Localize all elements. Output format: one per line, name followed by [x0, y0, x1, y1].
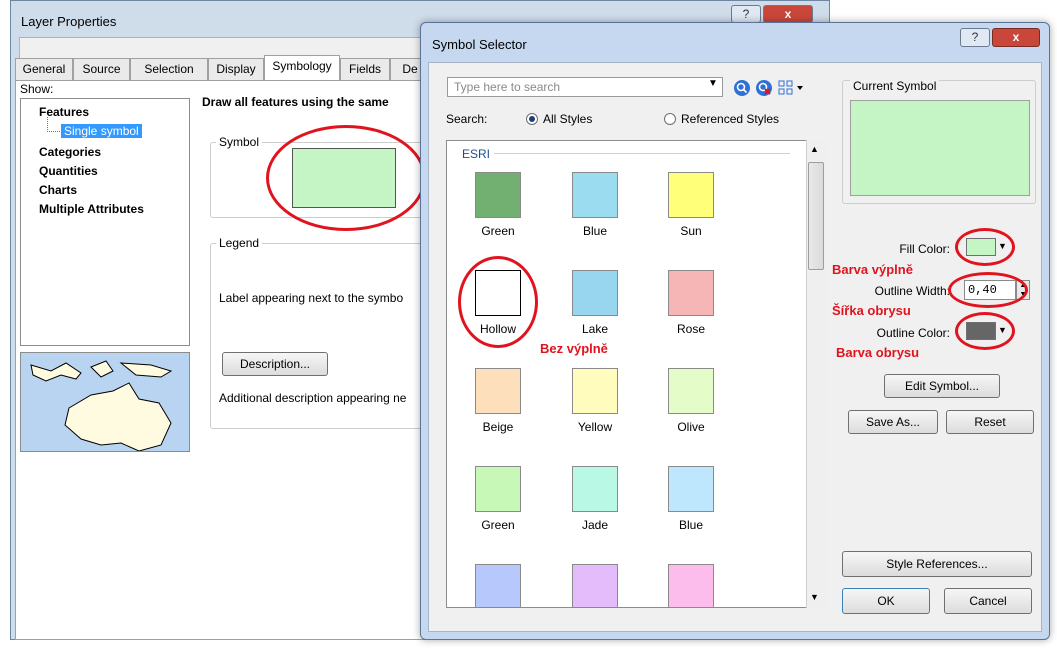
- cancel-button[interactable]: Cancel: [944, 588, 1032, 614]
- symbol-swatch-lake[interactable]: [572, 270, 618, 316]
- help-button[interactable]: ?: [731, 5, 761, 23]
- outline-color-label: Outline Color:: [876, 326, 950, 340]
- symbol-label: Yellow: [577, 420, 613, 434]
- tab-source[interactable]: Source: [73, 58, 130, 80]
- show-tree[interactable]: Features Single symbol Categories Quanti…: [20, 98, 190, 346]
- all-styles-radio[interactable]: [526, 113, 538, 125]
- search-dropdown-chevron-down-icon[interactable]: ▼: [708, 78, 718, 89]
- close-button[interactable]: x: [992, 28, 1040, 47]
- all-styles-label[interactable]: All Styles: [543, 112, 592, 126]
- tree-item-single-symbol[interactable]: Single symbol: [61, 124, 142, 138]
- tab-display[interactable]: Display: [208, 58, 264, 80]
- annotation-ellipse: [266, 125, 426, 231]
- outline-width-annotation-text: Šířka obrysu: [832, 303, 911, 318]
- symbol-label: Blue: [582, 224, 608, 238]
- scroll-up-icon[interactable]: ▲: [810, 144, 819, 154]
- show-label: Show:: [20, 82, 54, 96]
- symbol-label: Jade: [581, 518, 609, 532]
- tree-item-charts[interactable]: Charts: [39, 183, 77, 197]
- symbol-swatch-green[interactable]: [475, 172, 521, 218]
- symbol-swatch-blue[interactable]: [572, 172, 618, 218]
- current-symbol-preview: [850, 100, 1030, 196]
- tab-general[interactable]: General: [15, 58, 73, 80]
- draw-all-heading: Draw all features using the same: [202, 95, 389, 109]
- referenced-styles-radio[interactable]: [664, 113, 676, 125]
- annotation-ellipse: [458, 256, 538, 348]
- tab-fields[interactable]: Fields: [340, 58, 390, 80]
- tree-item-multiple-attributes[interactable]: Multiple Attributes: [39, 202, 144, 216]
- scroll-down-icon[interactable]: ▼: [810, 592, 819, 602]
- tab-selection[interactable]: Selection: [130, 58, 208, 80]
- tab-symbology[interactable]: Symbology: [264, 55, 340, 81]
- symbol-swatch-sun[interactable]: [668, 172, 714, 218]
- style-references-button[interactable]: Style References...: [842, 551, 1032, 577]
- annotation-ellipse: [955, 228, 1015, 266]
- save-as-button[interactable]: Save As...: [848, 410, 938, 434]
- style-group-label: ESRI: [462, 147, 491, 161]
- close-button[interactable]: x: [763, 5, 813, 23]
- tree-item-categories[interactable]: Categories: [39, 145, 101, 159]
- description-button[interactable]: Description...: [222, 352, 328, 376]
- preview-map-image: [20, 352, 190, 452]
- fill-color-label: Fill Color:: [899, 242, 950, 256]
- additional-description-text: Additional description appearing ne: [219, 391, 407, 405]
- search-scope-label: Search:: [446, 112, 488, 126]
- fill-color-annotation-text: Barva výplně: [832, 262, 913, 277]
- symbol-label: Blue: [678, 518, 704, 532]
- search-icon[interactable]: [734, 80, 750, 96]
- symbol-swatch[interactable]: [475, 564, 521, 608]
- symbol-label: Sun: [680, 224, 702, 238]
- current-symbol-label: Current Symbol: [850, 79, 940, 93]
- symbol-swatch[interactable]: [572, 564, 618, 608]
- search-input[interactable]: Type here to search: [447, 77, 723, 97]
- annotation-ellipse: [955, 312, 1015, 350]
- scrollbar-thumb[interactable]: [808, 162, 824, 270]
- symbol-group-label: Symbol: [216, 135, 263, 149]
- symbol-swatch-rose[interactable]: [668, 270, 714, 316]
- symbol-swatch-blue-2[interactable]: [668, 466, 714, 512]
- help-button[interactable]: ?: [960, 28, 990, 47]
- outline-color-annotation-text: Barva obrysu: [836, 345, 920, 360]
- reset-button[interactable]: Reset: [946, 410, 1034, 434]
- annotation-ellipse: [948, 272, 1028, 308]
- style-group-divider: [494, 153, 790, 154]
- symbol-swatch-olive[interactable]: [668, 368, 714, 414]
- tree-connector: [47, 117, 60, 132]
- symbol-label: Green: [481, 224, 515, 238]
- legend-label-text: Label appearing next to the symbo: [219, 291, 404, 305]
- symbol-swatch-beige[interactable]: [475, 368, 521, 414]
- australia-map-icon: [30, 360, 173, 451]
- symbol-swatch-green-2[interactable]: [475, 466, 521, 512]
- legend-group-label: Legend: [216, 236, 263, 250]
- symbol-label: Olive: [677, 420, 705, 434]
- clear-search-icon[interactable]: [756, 80, 772, 96]
- dialog-title: Symbol Selector: [432, 37, 527, 52]
- symbol-swatch[interactable]: [668, 564, 714, 608]
- symbol-label: Beige: [482, 420, 514, 434]
- symbol-swatch-jade[interactable]: [572, 466, 618, 512]
- symbol-label: Rose: [676, 322, 705, 336]
- referenced-styles-label[interactable]: Referenced Styles: [681, 112, 779, 126]
- tree-item-quantities[interactable]: Quantities: [39, 164, 98, 178]
- view-options-grid-icon[interactable]: [778, 80, 806, 99]
- ok-button[interactable]: OK: [842, 588, 930, 614]
- symbol-swatch-yellow[interactable]: [572, 368, 618, 414]
- hollow-annotation-text: Bez výplně: [540, 341, 608, 356]
- outline-width-label: Outline Width:: [874, 284, 950, 298]
- symbol-label: Green: [481, 518, 515, 532]
- edit-symbol-button[interactable]: Edit Symbol...: [884, 374, 1000, 398]
- symbol-label: Lake: [581, 322, 609, 336]
- window-title: Layer Properties: [21, 14, 117, 29]
